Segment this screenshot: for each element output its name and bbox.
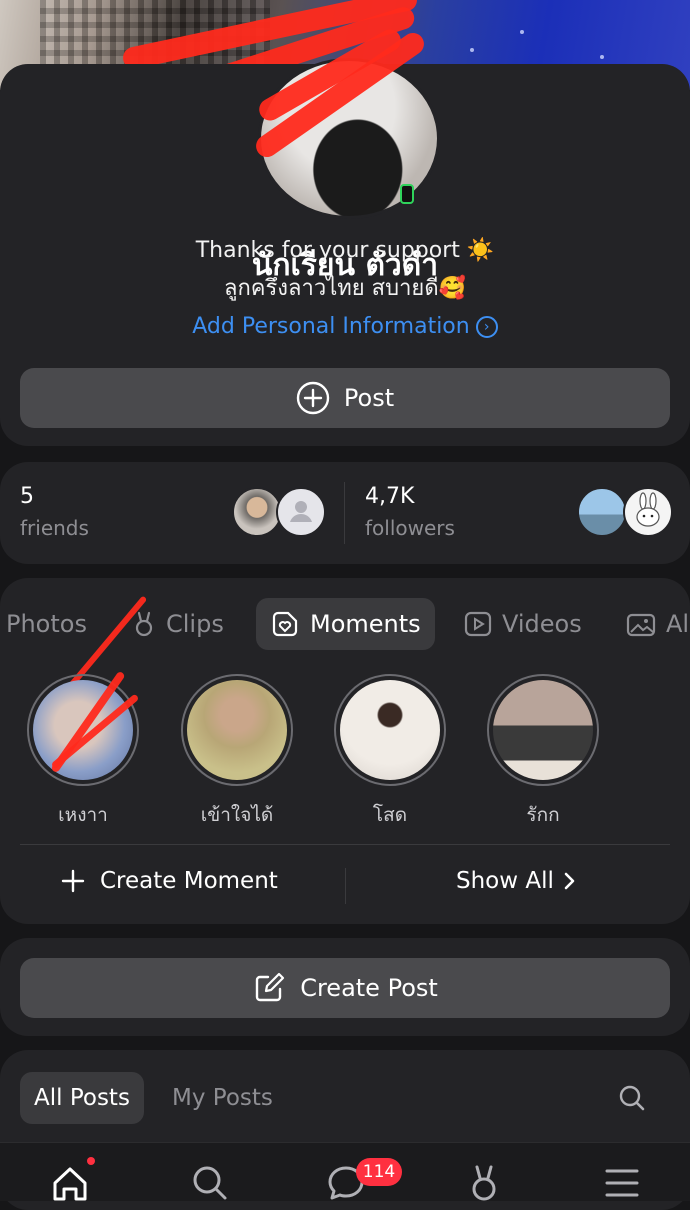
tab-moments[interactable]: Moments xyxy=(256,598,435,650)
add-personal-info-link[interactable]: Add Personal Information › xyxy=(0,314,690,339)
friends-label: friends xyxy=(20,516,89,540)
clips-nav-icon[interactable] xyxy=(466,1163,502,1203)
chevron-right-icon xyxy=(564,872,575,890)
moment-thumbnail xyxy=(340,680,440,780)
moment-item[interactable]: เหงาา xyxy=(23,674,143,830)
search-posts-icon[interactable] xyxy=(618,1084,646,1112)
albums-icon xyxy=(626,613,656,637)
filter-my-posts[interactable]: My Posts xyxy=(158,1072,287,1124)
moment-item[interactable]: โสด xyxy=(330,674,450,830)
moment-thumbnail xyxy=(187,680,287,780)
followers-section[interactable]: 4,7K followers xyxy=(345,462,690,564)
tab-videos[interactable]: Videos xyxy=(464,598,582,650)
follower-avatar xyxy=(623,487,673,537)
bottom-nav xyxy=(0,1142,690,1201)
create-post-card: Create Post xyxy=(0,938,690,1036)
messages-badge: 114 xyxy=(356,1158,402,1186)
chevron-right-circle-icon: › xyxy=(475,316,498,338)
tab-moments-label: Moments xyxy=(310,610,421,638)
moment-ring xyxy=(334,674,446,786)
moment-ring xyxy=(181,674,293,786)
moment-label: เข้าใจได้ xyxy=(200,804,274,826)
moments-icon xyxy=(272,611,298,637)
tab-albums-label: Al xyxy=(666,610,690,638)
profile-card: นักเรียน ตัวดำ Thanks for your support ☀… xyxy=(0,25,690,446)
tab-clips-label: Clips xyxy=(166,610,224,638)
bunny-icon xyxy=(636,492,660,527)
person-icon xyxy=(290,501,312,522)
search-icon[interactable] xyxy=(190,1163,230,1203)
tab-photos-label: Photos xyxy=(6,610,87,638)
show-all-button[interactable]: Show All xyxy=(456,868,578,894)
followers-label: followers xyxy=(365,516,455,540)
create-moment-label: Create Moment xyxy=(100,868,278,894)
online-status-icon xyxy=(400,184,414,204)
cover-sparkle xyxy=(470,48,474,52)
cover-sparkle xyxy=(520,30,524,34)
moment-label: โสด xyxy=(372,804,408,826)
plus-circle-icon xyxy=(296,381,330,415)
followers-count: 4,7K xyxy=(365,484,415,509)
show-all-label: Show All xyxy=(456,868,554,894)
post-button-label: Post xyxy=(343,384,395,412)
tab-videos-label: Videos xyxy=(502,610,582,638)
friends-count: 5 xyxy=(20,484,34,509)
stats-card: 5 friends 4,7K followers xyxy=(0,462,690,564)
moment-item[interactable]: เข้าใจได้ xyxy=(177,674,297,830)
plus-icon xyxy=(61,869,85,893)
home-icon[interactable] xyxy=(50,1163,90,1203)
tab-albums[interactable]: Al xyxy=(626,598,689,650)
moment-ring xyxy=(487,674,599,786)
bio-line-2: ลูกครึ่งลาวไทย สบายดี🥰 xyxy=(223,276,467,301)
videos-icon xyxy=(464,611,492,637)
add-info-label: Add Personal Information xyxy=(192,314,470,339)
create-post-label: Create Post xyxy=(300,974,438,1002)
compose-icon xyxy=(256,972,285,1002)
moments-divider xyxy=(20,844,670,845)
tab-clips[interactable]: Clips xyxy=(132,598,224,650)
menu-icon[interactable] xyxy=(604,1163,640,1203)
moment-thumbnail xyxy=(493,680,593,780)
moment-label: เหงาา xyxy=(58,804,108,826)
filter-all-posts[interactable]: All Posts xyxy=(20,1072,144,1124)
follower-avatar xyxy=(577,487,627,537)
friend-avatar-placeholder xyxy=(276,487,326,537)
create-post-button[interactable]: Create Post xyxy=(20,958,670,1018)
clips-icon xyxy=(135,611,153,637)
cover-sparkle xyxy=(600,55,604,59)
filter-my-posts-label: My Posts xyxy=(172,1085,273,1111)
friends-section[interactable]: 5 friends xyxy=(0,462,344,564)
friend-avatar xyxy=(232,487,282,537)
moment-item[interactable]: รักก xyxy=(483,674,603,830)
post-button[interactable]: Post xyxy=(20,368,670,428)
bio-line-1: Thanks for your support ☀️ xyxy=(195,238,495,263)
home-notification-dot xyxy=(87,1157,95,1165)
moment-label: รักก xyxy=(526,804,560,826)
actions-divider xyxy=(345,868,346,904)
create-moment-button[interactable]: Create Moment xyxy=(60,868,278,894)
moments-card: Photos Clips Moments Videos Al เหงาา เข้… xyxy=(0,578,690,924)
filter-all-posts-label: All Posts xyxy=(34,1085,130,1111)
tab-photos[interactable]: Photos xyxy=(6,598,87,650)
